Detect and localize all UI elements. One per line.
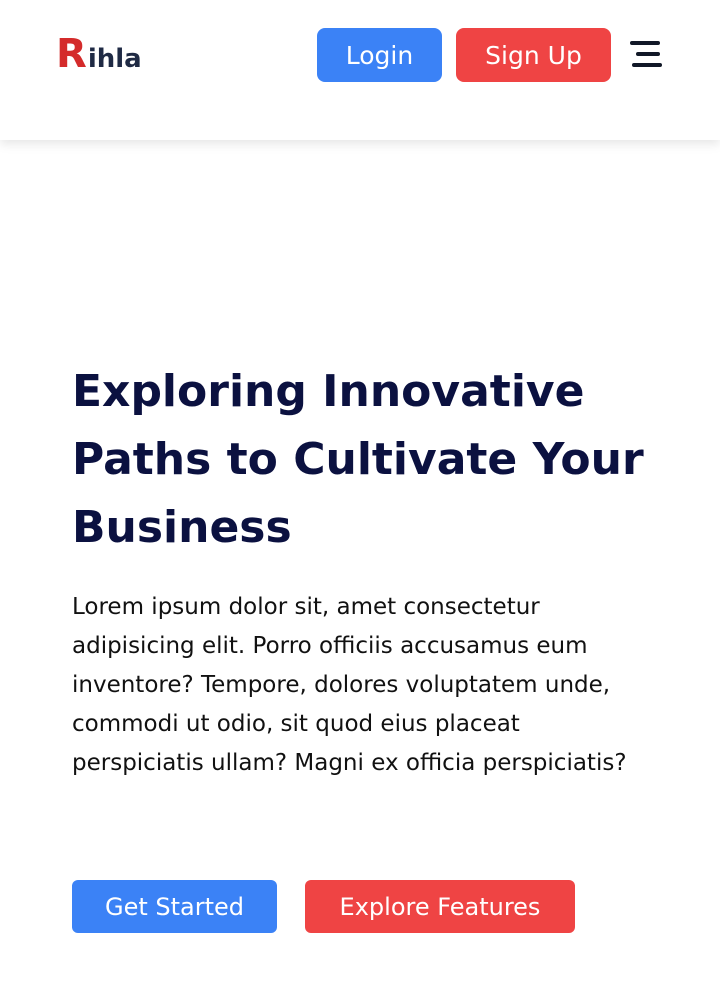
site-header: R ihla Login Sign Up	[0, 0, 720, 140]
get-started-button[interactable]: Get Started	[72, 880, 277, 933]
hero-description: Lorem ipsum dolor sit, amet consectetur …	[72, 594, 627, 776]
hamburger-menu-icon[interactable]	[628, 38, 664, 70]
hero-title: Exploring Innovative Paths to Cultivate …	[72, 366, 644, 553]
sign-up-button[interactable]: Sign Up	[456, 28, 611, 82]
login-button[interactable]: Login	[317, 28, 442, 82]
menu-line-middle	[636, 52, 660, 56]
menu-line-bottom	[632, 63, 662, 67]
logo-initial: R	[56, 31, 87, 77]
logo-text: ihla	[87, 44, 142, 74]
explore-features-button[interactable]: Explore Features	[305, 880, 575, 933]
menu-line-top	[630, 41, 660, 45]
rihla-logo[interactable]: R ihla	[56, 34, 142, 74]
